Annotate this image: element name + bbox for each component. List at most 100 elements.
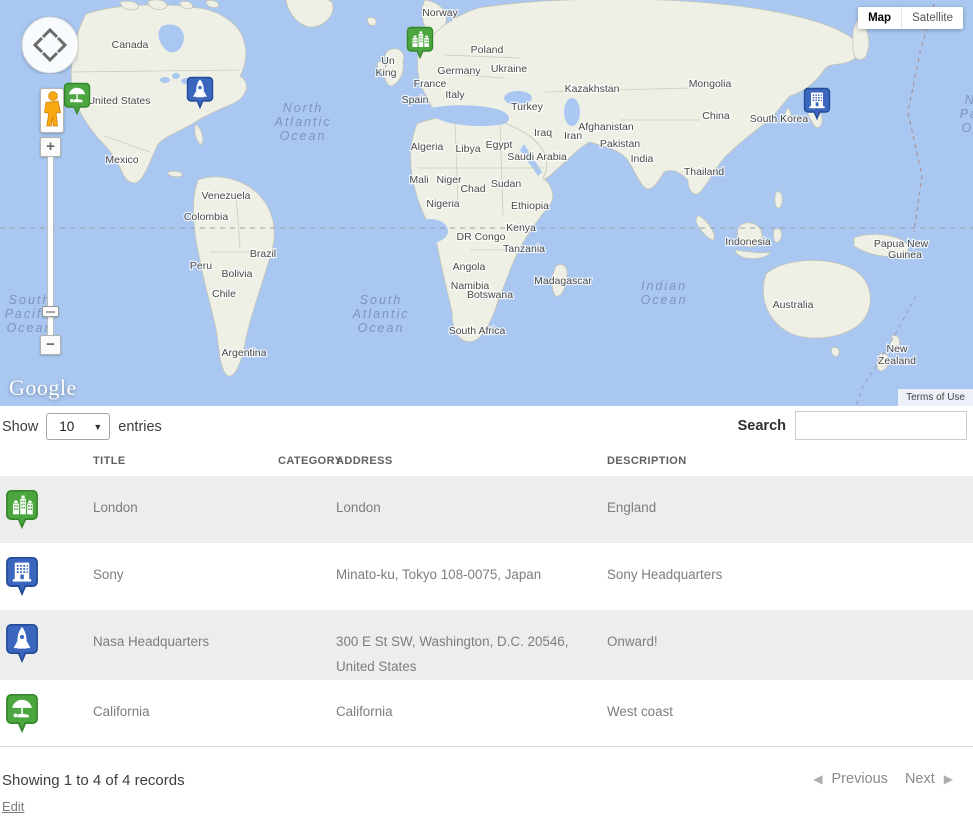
header-icon	[0, 443, 88, 476]
country-label: Norway	[422, 7, 458, 19]
search-label: Search	[738, 418, 786, 434]
world-map: NorthAtlanticOceanSouthPacificOceanSouth…	[0, 0, 973, 406]
country-label: Kazakhstan	[565, 83, 620, 95]
header-description[interactable]: DESCRIPTION	[602, 443, 973, 476]
country-label: Colombia	[184, 211, 229, 223]
next-button[interactable]: Next	[905, 771, 935, 787]
zoom-slider-handle[interactable]	[42, 306, 59, 317]
country-label: Mali	[409, 174, 428, 186]
country-label: Peru	[190, 260, 212, 272]
show-label: Show	[2, 419, 38, 435]
table-row[interactable]: Sony Minato-ku, Tokyo 108-0075, Japan So…	[0, 543, 973, 610]
chevron-down-icon: ▼	[93, 422, 102, 432]
cell-category	[273, 610, 331, 680]
country-label: Pakistan	[600, 138, 640, 150]
map-type-control: Map Satellite	[858, 7, 963, 29]
country-label: Algeria	[411, 141, 444, 153]
edit-link[interactable]: Edit	[2, 799, 24, 814]
country-label: Ukraine	[491, 63, 527, 75]
zoom-in-button[interactable]: +	[40, 137, 61, 157]
header-title[interactable]: TITLE	[88, 443, 273, 476]
rocket-marker-icon	[5, 623, 39, 664]
cell-address: Minato-ku, Tokyo 108-0075, Japan	[331, 543, 602, 610]
country-label: Spain	[402, 94, 429, 106]
page-size-value: 10	[59, 419, 74, 434]
previous-button[interactable]: Previous	[832, 771, 888, 787]
cell-description: Sony Headquarters	[602, 543, 973, 610]
cell-description: West coast	[602, 680, 973, 747]
country-label: Argentina	[222, 347, 267, 359]
cell-address: 300 E St SW, Washington, D.C. 20546, Uni…	[331, 610, 602, 680]
country-label: Chile	[212, 288, 236, 300]
zoom-slider-track[interactable]	[47, 157, 54, 335]
country-label: Chad	[460, 183, 485, 195]
next-arrow-icon[interactable]: ▶	[944, 772, 953, 786]
ocean-label: IndianOcean	[641, 279, 688, 307]
entries-label: entries	[118, 419, 162, 435]
cell-title: Sony	[88, 543, 273, 610]
country-label: Botswana	[467, 289, 513, 301]
pegman-control[interactable]	[40, 88, 64, 133]
table-row[interactable]: London London England	[0, 476, 973, 543]
country-label: King	[375, 67, 396, 79]
country-label: Mongolia	[689, 78, 732, 90]
pagination: ◀ Previous Next ▶	[813, 771, 953, 787]
google-logo[interactable]: Google	[9, 375, 77, 401]
country-label: Un	[381, 55, 395, 67]
cell-title: Nasa Headquarters	[88, 610, 273, 680]
cell-category	[273, 476, 331, 543]
country-label: Ethiopia	[511, 200, 549, 212]
table-footer: Showing 1 to 4 of 4 records ◀ Previous N…	[0, 747, 973, 816]
cell-description: England	[602, 476, 973, 543]
country-label: Indonesia	[725, 236, 771, 248]
table-row[interactable]: Nasa Headquarters 300 E St SW, Washingto…	[0, 610, 973, 680]
pegman-icon	[41, 89, 63, 132]
country-label: Brazil	[250, 248, 276, 260]
country-label: China	[702, 110, 730, 122]
city-marker-icon	[5, 489, 39, 530]
country-label: Germany	[437, 65, 481, 77]
country-label: Poland	[471, 44, 504, 56]
country-label: Canada	[112, 39, 149, 51]
table-row[interactable]: California California West coast	[0, 680, 973, 747]
zoom-out-button[interactable]: −	[40, 335, 61, 355]
country-label: Guinea	[888, 249, 922, 261]
table-controls: Show 10 ▼ entries Search	[0, 406, 973, 443]
page-size-select[interactable]: 10 ▼	[46, 413, 110, 440]
previous-arrow-icon[interactable]: ◀	[813, 772, 822, 786]
country-label: Niger	[436, 174, 462, 186]
map-type-map-button[interactable]: Map	[858, 7, 901, 29]
country-label: Saudi Arabia	[507, 151, 567, 163]
country-label: Venezuela	[201, 190, 250, 202]
map-canvas[interactable]: NorthAtlanticOceanSouthPacificOceanSouth…	[0, 0, 973, 406]
pan-control[interactable]	[21, 16, 79, 74]
country-label: Sudan	[491, 178, 522, 190]
country-label: Angola	[453, 261, 486, 273]
map-type-satellite-button[interactable]: Satellite	[901, 7, 963, 29]
cell-title: California	[88, 680, 273, 747]
terms-of-use-link[interactable]: Terms of Use	[898, 389, 973, 406]
country-label: United States	[87, 95, 150, 107]
ocean-label: NorthAtlanticOcean	[274, 101, 332, 143]
cell-category	[273, 543, 331, 610]
header-category[interactable]: CATEGORY	[273, 443, 331, 476]
country-label: Egypt	[486, 139, 513, 151]
country-label: France	[414, 78, 447, 90]
country-label: Thailand	[684, 166, 724, 178]
country-label: DR Congo	[456, 231, 505, 243]
search-input[interactable]	[795, 411, 967, 440]
country-label: Tanzania	[503, 243, 545, 255]
country-label: Madagascar	[534, 275, 592, 287]
country-label: New	[886, 343, 907, 355]
country-label: South Africa	[449, 325, 506, 337]
beach-marker-icon	[5, 693, 39, 734]
header-address[interactable]: ADDRESS	[331, 443, 602, 476]
cell-description: Onward!	[602, 610, 973, 680]
cell-title: London	[88, 476, 273, 543]
country-label: Libya	[455, 143, 480, 155]
country-label: India	[631, 153, 654, 165]
building-marker-icon	[5, 556, 39, 597]
ocean-label: SouthAtlanticOcean	[352, 293, 410, 335]
country-label: Afghanistan	[578, 121, 634, 133]
country-label: Turkey	[511, 101, 543, 113]
